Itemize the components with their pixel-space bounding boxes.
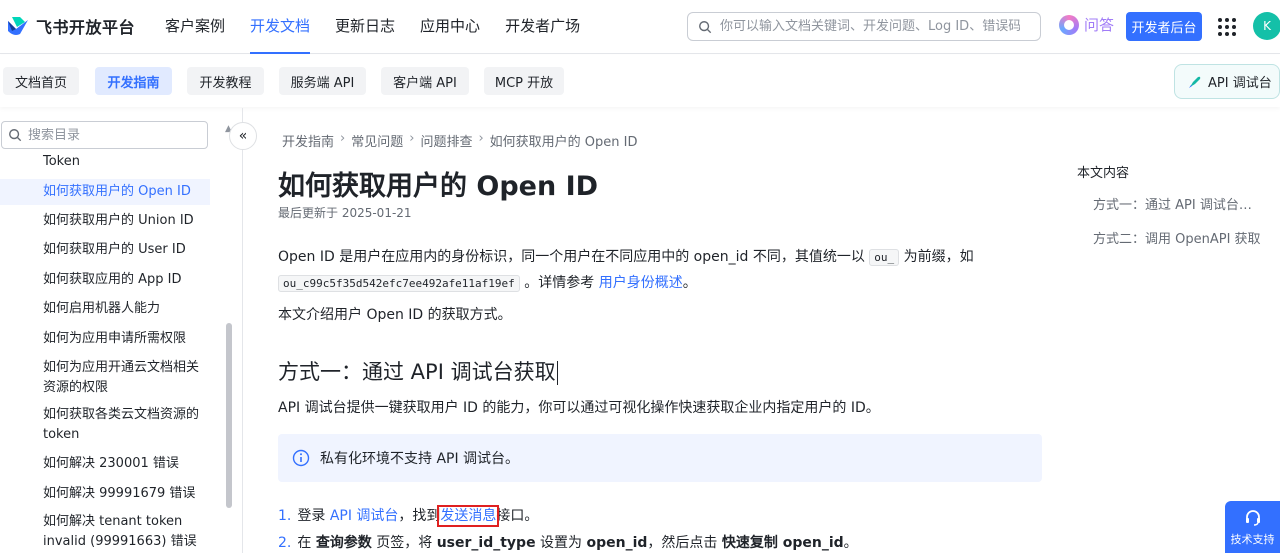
- code-example-id: ou_c99c5f35d542efc7ee492afe11af19ef: [278, 275, 520, 292]
- info-icon: [292, 449, 310, 467]
- step-2: 2. 在 查询参数 页签，将 user_id_type 设置为 open_id，然…: [278, 535, 858, 551]
- step-1: 1. 登录 API 调试台，找到发送消息接口。: [278, 505, 539, 527]
- breadcrumb-item: 如何获取用户的 Open ID: [489, 135, 638, 150]
- developer-console-button[interactable]: 开发者后台: [1126, 12, 1202, 41]
- code-prefix: ou_: [869, 249, 900, 266]
- tech-support-button[interactable]: 技术支持: [1225, 501, 1280, 553]
- doc-sidebar: ▲ Token如何获取用户的 Open ID如何获取用户的 Union ID如何…: [0, 108, 243, 553]
- sidebar-item[interactable]: 如何获取用户的 Open ID: [0, 179, 210, 205]
- nav-item[interactable]: 开发文档: [250, 0, 311, 54]
- tab-dev-tutorial[interactable]: 开发教程: [187, 67, 264, 95]
- last-updated: 最后更新于 2025-01-21: [278, 206, 412, 220]
- breadcrumb-item[interactable]: 问题排查: [420, 131, 472, 150]
- info-note-text: 私有化环境不支持 API 调试台。: [320, 451, 520, 467]
- intro-line-1: Open ID 是用户在应用内的身份标识，同一个用户在不同应用中的 open_i…: [278, 249, 974, 266]
- rocket-icon: [1189, 76, 1201, 88]
- tab-dev-guide[interactable]: 开发指南: [95, 67, 172, 95]
- search-icon: [9, 129, 22, 142]
- qa-label: 问答: [1084, 16, 1115, 34]
- nav-item[interactable]: 更新日志: [335, 0, 395, 54]
- sidebar-item[interactable]: 如何解决 99991679 错误: [0, 484, 210, 504]
- api-console-link[interactable]: API 调试台: [330, 508, 399, 524]
- toc-item[interactable]: 方式一：通过 API 调试台获取: [1093, 194, 1261, 213]
- sidebar-item[interactable]: 如何启用机器人能力: [0, 299, 210, 319]
- sidebar-search[interactable]: [1, 121, 208, 149]
- brand-logo[interactable]: 飞书开放平台: [6, 14, 135, 38]
- headset-icon: [1245, 509, 1260, 526]
- tab-client-api[interactable]: 客户端 API: [381, 67, 469, 95]
- apps-grid-icon[interactable]: [1218, 18, 1236, 36]
- search-icon: [699, 20, 712, 33]
- sidebar-item[interactable]: 如何解决 tenant token invalid (99991663) 错误: [0, 512, 210, 552]
- toc-item[interactable]: 方式二：调用 OpenAPI 获取: [1093, 228, 1261, 247]
- user-identity-link[interactable]: 用户身份概述: [599, 275, 683, 291]
- intro-paragraph-2: 本文介绍用户 Open ID 的获取方式。: [278, 307, 512, 323]
- page-title: 如何获取用户的 Open ID: [278, 171, 599, 202]
- sidebar-item[interactable]: 如何获取应用的 App ID: [0, 270, 210, 290]
- api-console-button[interactable]: API 调试台: [1174, 64, 1280, 99]
- sidebar-item[interactable]: 如何为应用申请所需权限: [0, 329, 210, 349]
- sidebar-item[interactable]: 如何获取各类云文档资源的token: [0, 405, 210, 445]
- breadcrumb-item[interactable]: 开发指南: [282, 131, 334, 150]
- top-navbar: 飞书开放平台 客户案例开发文档更新日志应用中心开发者广场 问答 开发者后台 K: [0, 0, 1280, 54]
- sidebar-item[interactable]: 如何为应用开通云文档相关资源的权限: [0, 358, 210, 398]
- sidebar-item[interactable]: Token: [0, 152, 210, 172]
- send-message-link[interactable]: 发送消息: [437, 505, 500, 527]
- feishu-logo-icon: [8, 17, 28, 35]
- breadcrumb-item[interactable]: 常见问题: [351, 131, 403, 150]
- section-heading-1: 方式一：通过 API 调试台获取: [278, 360, 558, 385]
- api-console-label: API 调试台: [1208, 76, 1272, 91]
- info-note: 私有化环境不支持 API 调试台。: [278, 434, 1042, 482]
- tab-mcp[interactable]: MCP 开放: [484, 67, 564, 95]
- nav-item[interactable]: 应用中心: [420, 0, 480, 54]
- nav-item[interactable]: 开发者广场: [505, 0, 580, 54]
- collapse-sidebar-button[interactable]: «: [229, 122, 257, 150]
- sidebar-scrollbar[interactable]: [226, 323, 232, 508]
- sidebar-item[interactable]: 如何解决 230001 错误: [0, 454, 210, 474]
- nav-item[interactable]: 客户案例: [165, 0, 225, 54]
- double-chevron-left-icon: «: [238, 128, 248, 144]
- global-search-input[interactable]: [720, 19, 1020, 34]
- tab-server-api[interactable]: 服务端 API: [279, 67, 366, 95]
- main-nav: 客户案例 开发文档 更新日志 应用中心 开发者广场: [165, 0, 605, 54]
- breadcrumb: 开发指南 › 常见问题 › 问题排查 › 如何获取用户的 Open ID: [282, 131, 638, 150]
- brand-name: 飞书开放平台: [36, 18, 136, 37]
- sidebar-item[interactable]: 如何获取用户的 User ID: [0, 240, 210, 260]
- global-search[interactable]: [687, 12, 1041, 41]
- tech-support-label: 技术支持: [1230, 532, 1275, 546]
- doc-category-bar: 文档首页 开发指南 开发教程 服务端 API 客户端 API MCP 开放 AP…: [0, 55, 1280, 107]
- tab-doc-home[interactable]: 文档首页: [3, 67, 79, 95]
- intro-line-2: ou_c99c5f35d542efc7ee492afe11af19ef 。详情参…: [278, 271, 697, 296]
- sidebar-search-input[interactable]: [28, 127, 198, 143]
- sidebar-item[interactable]: 如何获取用户的 Union ID: [0, 211, 210, 231]
- section1-description: API 调试台提供一键获取用户 ID 的能力，你可以通过可视化操作快速获取企业内…: [278, 400, 880, 416]
- qa-button[interactable]: 问答: [1059, 14, 1114, 35]
- ai-orb-icon: [1059, 14, 1079, 35]
- avatar[interactable]: K: [1253, 12, 1280, 40]
- toc-title: 本文内容: [1077, 166, 1130, 181]
